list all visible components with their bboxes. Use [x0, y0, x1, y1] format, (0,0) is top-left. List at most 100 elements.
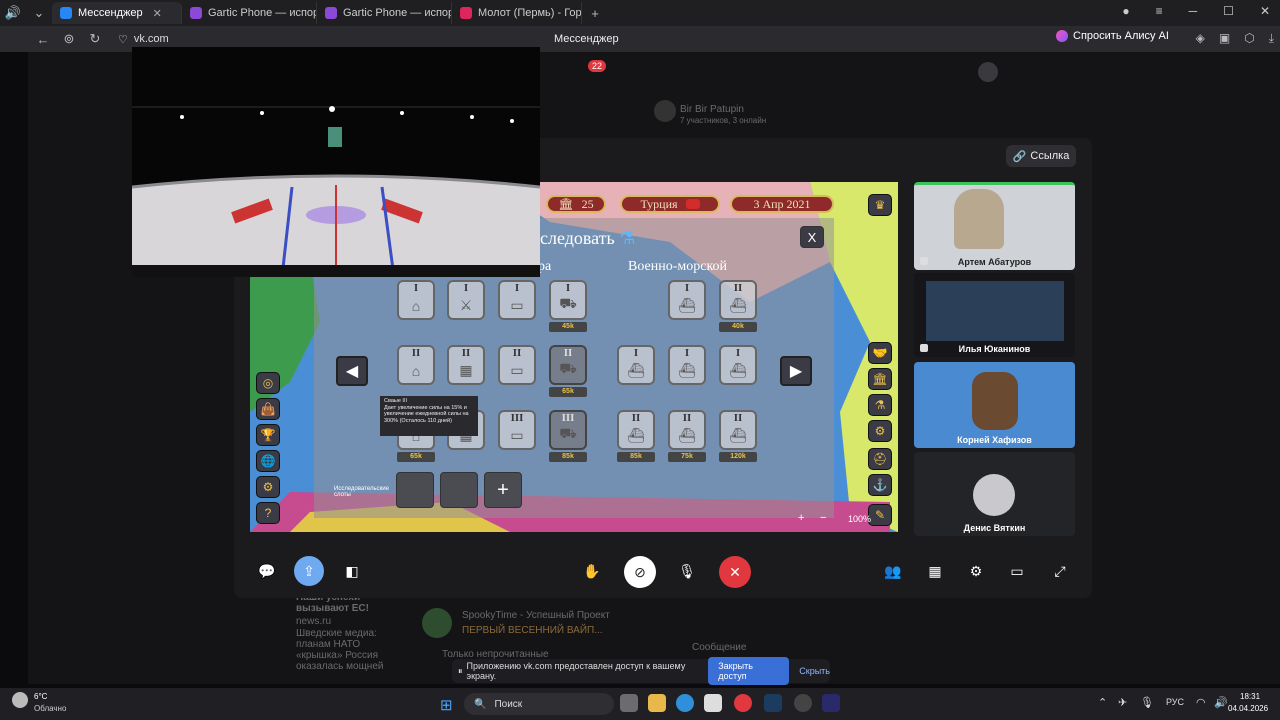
tech-naval-6[interactable]: II ⛴: [617, 410, 655, 450]
settings-icon[interactable]: ⚙: [256, 476, 280, 498]
tech-land-12[interactable]: III ⛟: [549, 410, 587, 450]
taskbar-search[interactable]: 🔍 Поиск: [464, 693, 614, 715]
tech-land-6[interactable]: II ▦: [447, 345, 485, 385]
download-icon[interactable]: ⤓: [1269, 31, 1274, 46]
clock-time[interactable]: 18:31: [1240, 692, 1260, 701]
avatar[interactable]: [978, 62, 998, 82]
edge-icon[interactable]: [676, 694, 694, 712]
fullscreen-button[interactable]: ⤢: [1045, 556, 1075, 586]
screen-icon[interactable]: ▣: [1219, 31, 1230, 46]
bank-icon[interactable]: 🏛: [868, 368, 892, 390]
mic-button[interactable]: 🎙: [672, 556, 702, 586]
helmet-icon[interactable]: ⛑: [868, 448, 892, 470]
picture-in-picture-stream[interactable]: [132, 47, 540, 277]
close-icon[interactable]: ✕: [153, 7, 162, 20]
tech-naval-8[interactable]: II ⛴: [719, 410, 757, 450]
list-item-title[interactable]: SpookyTime - Успешный Проект: [462, 610, 610, 621]
volume-icon[interactable]: 🔊: [1214, 696, 1228, 709]
trophy-icon[interactable]: 🏆: [256, 424, 280, 446]
participant-tile[interactable]: Артем Абатуров: [914, 182, 1075, 270]
stop-sharing-button[interactable]: Закрыть доступ: [708, 657, 790, 685]
speaker-icon[interactable]: 🔊: [0, 5, 26, 21]
tech-naval-7[interactable]: II ⛴: [668, 410, 706, 450]
raise-hand-button[interactable]: ✋: [577, 556, 607, 586]
flask-icon[interactable]: ⚗: [868, 394, 892, 416]
participant-tile[interactable]: Денис Вяткин: [914, 452, 1075, 536]
participant-tile[interactable]: Илья Юканинов: [914, 273, 1075, 357]
target-icon[interactable]: ◎: [256, 372, 280, 394]
profile-icon[interactable]: ●: [1122, 4, 1129, 18]
chevron-down-icon[interactable]: ⌄: [26, 5, 52, 21]
copy-link-button[interactable]: 🔗 Ссылка: [1006, 145, 1076, 167]
grid-view-button[interactable]: ▦: [920, 556, 950, 586]
gear-icon[interactable]: ⚙: [868, 420, 892, 442]
tech-land-11[interactable]: III ▭: [498, 410, 536, 450]
close-research-button[interactable]: X: [800, 226, 824, 248]
minimize-icon[interactable]: ─: [1189, 4, 1198, 18]
weather-icon[interactable]: [12, 692, 28, 708]
tech-naval-1[interactable]: I ⛴: [668, 280, 706, 320]
hide-notice-button[interactable]: Скрыть: [799, 666, 830, 676]
tech-land-1[interactable]: I ⌂: [397, 280, 435, 320]
close-window-icon[interactable]: ✕: [1260, 4, 1270, 18]
research-slot-1[interactable]: [396, 472, 434, 508]
tech-naval-5[interactable]: I ⛴: [719, 345, 757, 385]
tech-land-7[interactable]: II ▭: [498, 345, 536, 385]
screen-share-button[interactable]: ⇪: [294, 556, 324, 586]
alice-button[interactable]: Спросить Алису AI: [1056, 30, 1169, 42]
tab-gartic-2[interactable]: Gartic Phone — испорчен: [317, 2, 452, 24]
cube-icon[interactable]: ⬡: [1244, 31, 1254, 46]
tech-land-5[interactable]: II ⌂: [397, 345, 435, 385]
anchor-icon[interactable]: ⚓: [868, 474, 892, 496]
store-icon[interactable]: [704, 694, 722, 712]
tech-naval-2[interactable]: II ⛴: [719, 280, 757, 320]
participants-button[interactable]: 👥: [878, 556, 908, 586]
participant-tile[interactable]: Корней Хафизов: [914, 362, 1075, 448]
crown-icon[interactable]: ♛: [868, 194, 892, 216]
file-explorer-icon[interactable]: [648, 694, 666, 712]
tech-naval-3[interactable]: I ⛴: [617, 345, 655, 385]
extensions-icon[interactable]: ◈: [1196, 31, 1205, 46]
switch-view-button[interactable]: ◧: [337, 556, 367, 586]
zoom-in-icon[interactable]: +: [798, 512, 804, 524]
menu-icon[interactable]: ≡: [1156, 4, 1163, 18]
end-call-button[interactable]: ✕: [719, 556, 751, 588]
wifi-icon[interactable]: ◠: [1196, 696, 1206, 709]
tech-land-4[interactable]: I ⛟: [549, 280, 587, 320]
add-slot-button[interactable]: +: [484, 472, 522, 508]
tab-messenger[interactable]: Мессенджер ✕: [52, 2, 182, 24]
mic-tray-icon[interactable]: 🎙: [1140, 696, 1154, 709]
new-tab-icon[interactable]: +: [582, 6, 608, 21]
globe-icon[interactable]: 🌐: [256, 450, 280, 472]
help-icon[interactable]: ?: [256, 502, 280, 524]
feather-icon[interactable]: ✎: [868, 504, 892, 526]
task-view-icon[interactable]: [620, 694, 638, 712]
clock-date[interactable]: 04.04.2026: [1228, 704, 1268, 713]
network-icon[interactable]: ✈: [1118, 696, 1127, 709]
tech-land-2[interactable]: I ⚔: [447, 280, 485, 320]
prev-page-button[interactable]: ◀: [336, 356, 368, 386]
tech-naval-4[interactable]: I ⛴: [668, 345, 706, 385]
language-indicator[interactable]: РУС: [1166, 697, 1184, 707]
app-si-icon[interactable]: [822, 694, 840, 712]
yandex-icon[interactable]: [734, 694, 752, 712]
chat-button[interactable]: 💬: [252, 556, 282, 586]
tab-gartic-1[interactable]: Gartic Phone — испорчен: [182, 2, 317, 24]
bag-icon[interactable]: 👜: [256, 398, 280, 420]
tab-molot[interactable]: Молот (Пермь) - Гор: [452, 2, 582, 24]
tray-chevron-icon[interactable]: ⌃: [1098, 696, 1107, 709]
app-icon[interactable]: [794, 694, 812, 712]
handshake-icon[interactable]: 🤝: [868, 342, 892, 364]
zoom-out-icon[interactable]: −: [820, 512, 826, 524]
tech-land-3[interactable]: I ▭: [498, 280, 536, 320]
windows-start-icon[interactable]: ⊞: [440, 696, 453, 714]
maximize-icon[interactable]: ☐: [1223, 4, 1234, 18]
protect-icon[interactable]: ⊚: [56, 31, 82, 47]
next-page-button[interactable]: ▶: [780, 356, 812, 386]
steam-icon[interactable]: [764, 694, 782, 712]
tech-land-8[interactable]: II ⛟: [549, 345, 587, 385]
minimize-call-button[interactable]: ▭: [1002, 556, 1032, 586]
camera-toggle-button[interactable]: ⊘: [624, 556, 656, 588]
back-icon[interactable]: ←: [30, 32, 56, 47]
settings-button[interactable]: ⚙: [961, 556, 991, 586]
